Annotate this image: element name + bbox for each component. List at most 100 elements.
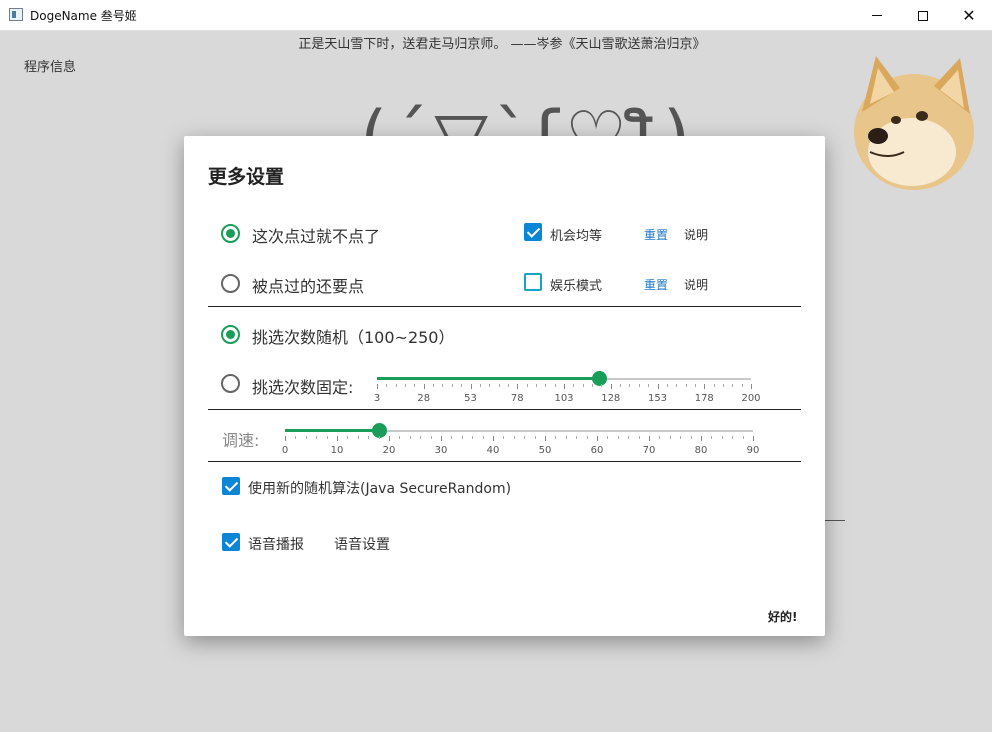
slider-tick-label: 20 [382, 445, 396, 456]
reset-equal-chance-button[interactable]: 重置 [644, 226, 668, 243]
reset-fun-mode-button[interactable]: 重置 [644, 276, 668, 293]
slider-tick [395, 384, 397, 387]
slider-tick [545, 384, 547, 387]
voice-label: 语音播报 [248, 537, 304, 553]
slider-tick [565, 436, 567, 439]
slider-tick [433, 384, 435, 387]
slider-tick-label: 78 [510, 393, 524, 404]
slider-tick [378, 436, 380, 439]
slider-tick [722, 384, 724, 387]
slider-tick [649, 436, 650, 441]
slider-tick [409, 436, 411, 439]
slider-tick [517, 384, 519, 389]
slider-tick [638, 384, 640, 387]
slider-tick [305, 436, 307, 439]
slider-tick [545, 436, 546, 441]
close-button[interactable]: ✕ [946, 0, 992, 31]
explain-fun-mode-button[interactable]: 说明 [684, 276, 708, 293]
slider-tick [524, 436, 526, 439]
slider-tick [389, 436, 390, 441]
slider-tick [347, 436, 349, 439]
slider-thumb[interactable] [592, 371, 608, 386]
slider-tick [377, 384, 378, 389]
slider-tick [573, 384, 575, 387]
slider-tick [326, 436, 328, 439]
slider-tick [628, 436, 630, 439]
slider-tick [441, 436, 442, 441]
radio-allow-repeat-label: 被点过的还要点 [252, 277, 365, 296]
radio-fixed-count[interactable] [221, 374, 240, 393]
slider-tick [680, 436, 682, 439]
new-algorithm-checkbox[interactable] [222, 477, 240, 495]
slider-tick [711, 436, 713, 439]
slider-tick-label: 80 [694, 445, 708, 456]
poem-text: 正是天山雪下时，送君走马归京师。 ——岑参《天山雪歌送萧治归京》 [298, 37, 706, 52]
slider-tick [597, 436, 598, 441]
slider-tick-label: 40 [486, 445, 500, 456]
slider-tick-label: 103 [554, 393, 574, 404]
slider-tick [676, 384, 678, 387]
slider-fill [285, 429, 379, 432]
slider-tick [690, 436, 692, 439]
minimize-button[interactable] [854, 0, 900, 31]
speed-slider[interactable]: 0 10 20 30 40 50 60 70 80 90 [281, 423, 759, 456]
voice-settings-button[interactable]: 语音设置 [334, 534, 390, 554]
slider-tick [713, 384, 715, 387]
radio-allow-repeat[interactable] [221, 274, 240, 293]
slider-tick [534, 436, 536, 439]
radio-no-repeat[interactable] [221, 224, 240, 243]
slider-tick [610, 384, 612, 389]
slider-tick [741, 384, 743, 387]
divider [208, 461, 801, 462]
slider-tick-label: 53 [464, 393, 477, 404]
slider-tick [451, 436, 453, 439]
fun-mode-checkbox[interactable] [524, 273, 542, 291]
slider-tick-label: 28 [417, 393, 431, 404]
ok-button[interactable]: 好的! [768, 608, 797, 625]
fixed-count-slider[interactable]: 3 28 53 78 103 128 153 178 200 [373, 371, 761, 404]
slider-tick [461, 384, 463, 387]
explain-equal-chance-button[interactable]: 说明 [684, 226, 708, 243]
slider-tick [638, 436, 640, 439]
divider [208, 306, 801, 307]
slider-tick [704, 384, 706, 389]
slider-tick [285, 436, 286, 441]
slider-tick-label: 3 [373, 393, 381, 404]
slider-tick [592, 384, 594, 387]
close-icon: ✕ [962, 5, 976, 25]
slider-tick [386, 384, 388, 387]
slider-tick-label: 60 [590, 445, 604, 456]
speed-label: 调速: [222, 431, 260, 450]
slider-tick [295, 436, 297, 439]
slider-tick [405, 384, 407, 387]
slider-tick [694, 384, 696, 387]
equal-chance-checkbox[interactable] [524, 223, 542, 241]
slider-tick [337, 436, 338, 441]
voice-checkbox[interactable] [222, 533, 240, 551]
slider-tick [526, 384, 528, 387]
radio-no-repeat-label: 这次点过就不点了 [252, 227, 381, 246]
slider-tick [461, 436, 463, 439]
slider-fill [377, 377, 600, 380]
maximize-icon [918, 10, 928, 21]
slider-tick [316, 436, 318, 439]
maximize-button[interactable] [900, 0, 946, 31]
slider-tick [620, 384, 622, 387]
slider-tick [701, 436, 702, 441]
radio-fixed-count-label: 挑选次数固定: [252, 378, 354, 397]
slider-tick-label: 153 [647, 393, 668, 404]
slider-tick-label: 200 [741, 393, 761, 404]
program-info-link[interactable]: 程序信息 [24, 56, 76, 75]
slider-tick [554, 384, 556, 387]
app-window-icon [9, 8, 23, 21]
slider-tick [414, 384, 416, 387]
slider-tick [586, 436, 588, 439]
slider-tick [368, 436, 370, 439]
slider-tick [493, 436, 494, 441]
slider-tick [472, 436, 474, 439]
slider-tick-label: 0 [281, 445, 289, 456]
slider-tick [753, 436, 754, 441]
slider-tick-label: 30 [434, 445, 448, 456]
slider-tick [357, 436, 359, 439]
radio-random-count[interactable] [221, 325, 240, 344]
